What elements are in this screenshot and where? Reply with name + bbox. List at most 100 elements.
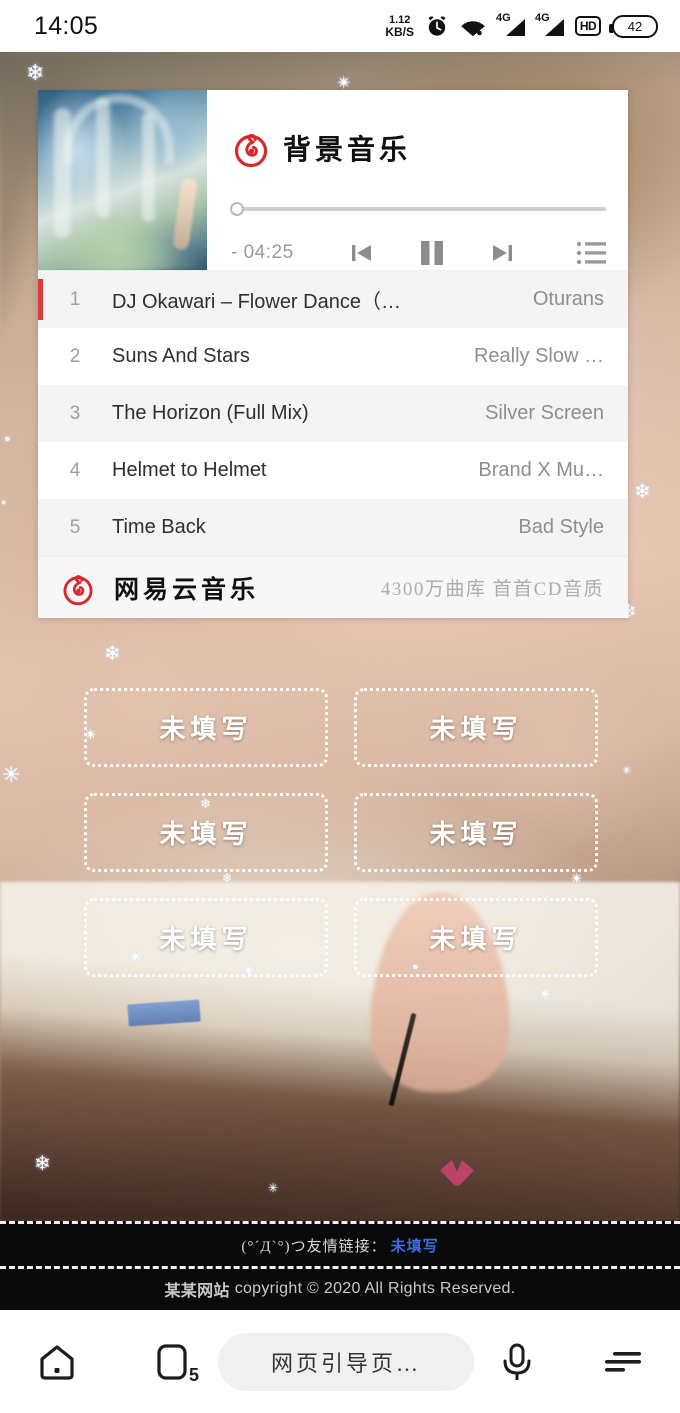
address-bar[interactable]: 网页引导页… <box>218 1332 474 1391</box>
track-artist: Bad Style <box>518 516 604 538</box>
alarm-clock-icon <box>425 14 449 38</box>
music-playlist: 1 DJ Okawari – Flower Dance（… Oturans 2 … <box>38 270 628 556</box>
playlist-icon[interactable] <box>576 240 606 266</box>
page-footer: (°´Д`°)つ友情链接： 未填写 某某网站 copyright © 2020 … <box>0 1221 680 1310</box>
grid-cell-label: 未填写 <box>159 925 253 954</box>
webpage-content: ❄ ✴ ● ● ❄ ❄ ❄ ✳ ✴ ✴ ❄ ❄ ● ✴ ✳ ✴ ✴ ● ✴ ❄ … <box>0 52 680 1221</box>
menu-icon[interactable] <box>600 1345 646 1379</box>
track-artist: Silver Screen <box>485 402 604 424</box>
music-player-info: 背景音乐 - 04:25 <box>207 90 628 270</box>
music-widget-footer[interactable]: 网易云音乐 4300万曲库 首首CD音质 <box>38 556 628 618</box>
snowflake-particle: ❄ <box>104 643 121 665</box>
tabs-icon[interactable]: 5 <box>152 1339 199 1385</box>
progress-slider[interactable] <box>230 202 606 216</box>
signal-bars-icon <box>506 19 525 36</box>
track-title: Time Back <box>112 516 206 538</box>
snowflake-particle: ❄ <box>34 1153 51 1175</box>
grid-cell[interactable]: 未填写 <box>354 898 598 977</box>
track-artist: Brand X Mu… <box>478 459 604 481</box>
grid-cell[interactable]: 未填写 <box>84 793 328 872</box>
network-speed-unit: KB/S <box>385 24 414 39</box>
copyright-row: 某某网站 copyright © 2020 All Rights Reserve… <box>0 1269 680 1309</box>
track-title: Helmet to Helmet <box>112 459 267 481</box>
track-title: DJ Okawari – Flower Dance（… <box>112 291 401 313</box>
snowflake-particle: ✳ <box>268 1181 279 1195</box>
status-bar-icons: 1.12 KB/S 4G 4G HD 42 <box>385 12 658 39</box>
previous-track-icon[interactable] <box>347 238 377 268</box>
playlist-row[interactable]: 5 Time Back Bad Style <box>38 499 628 556</box>
playlist-row[interactable]: 2 Suns And Stars Really Slow … <box>38 328 628 385</box>
album-cover-art <box>38 90 207 270</box>
snowflake-particle: ❄ <box>26 60 45 85</box>
time-remaining: - 04:25 <box>231 242 294 263</box>
netease-music-widget[interactable]: 背景音乐 - 04:25 1 DJ Okawari – Flower Dance… <box>38 90 628 618</box>
network-speed-value: 1.12 <box>388 13 411 26</box>
wifi-icon <box>460 16 486 37</box>
track-title: Suns And Stars <box>112 345 250 367</box>
track-index: 1 <box>69 288 81 310</box>
friendly-links-row: (°´Д`°)つ友情链接： 未填写 <box>0 1224 680 1266</box>
grid-cell[interactable]: 未填写 <box>354 688 598 767</box>
battery-indicator: 42 <box>609 14 658 38</box>
now-playing-marker <box>38 279 43 320</box>
grid-cell-label: 未填写 <box>159 715 253 744</box>
track-artist: Really Slow … <box>473 345 604 367</box>
signal-4g-sim1: 4G <box>496 12 525 37</box>
snowflake-particle: ❄ <box>634 481 651 503</box>
track-artist: Oturans <box>532 288 604 310</box>
grid-cell[interactable]: 未填写 <box>84 898 328 977</box>
netease-slogan: 4300万曲库 首首CD音质 <box>380 579 604 600</box>
music-player-header: 背景音乐 - 04:25 <box>38 90 628 270</box>
netease-cloud-music-logo <box>231 128 271 168</box>
playlist-row[interactable]: 4 Helmet to Helmet Brand X Mu… <box>38 442 628 499</box>
pause-icon[interactable] <box>415 236 449 270</box>
grid-cell[interactable]: 未填写 <box>84 688 328 767</box>
friendly-links-label: (°´Д`°)つ友情链接： <box>241 1238 387 1255</box>
friendly-link[interactable]: 未填写 <box>391 1235 439 1256</box>
address-bar-text: 网页引导页… <box>270 1350 421 1376</box>
track-index: 3 <box>69 402 81 424</box>
copyright-text: copyright © 2020 All Rights Reserved. <box>234 1280 516 1297</box>
music-title-row: 背景音乐 <box>231 128 606 168</box>
signal-bars-icon <box>545 19 564 36</box>
netease-brand-name: 网易云音乐 <box>114 576 260 604</box>
signal-4g-sim2: 4G <box>535 12 564 37</box>
next-track-icon[interactable] <box>487 238 517 268</box>
track-title: The Horizon (Full Mix) <box>112 402 309 424</box>
tabs-count: 5 <box>188 1364 199 1385</box>
placeholder-grid: 未填写 未填写 未填写 未填写 未填写 未填写 <box>84 688 598 977</box>
track-index: 4 <box>69 459 81 481</box>
playlist-row[interactable]: 1 DJ Okawari – Flower Dance（… Oturans <box>38 271 628 328</box>
home-icon[interactable] <box>34 1339 80 1385</box>
transport-buttons <box>347 236 517 270</box>
microphone-icon[interactable] <box>496 1339 538 1385</box>
player-controls: - 04:25 <box>231 236 606 270</box>
status-bar: 14:05 1.12 KB/S 4G 4G HD 42 <box>0 0 680 52</box>
snowflake-particle: ✳ <box>622 765 632 777</box>
grid-cell[interactable]: 未填写 <box>354 793 598 872</box>
snowflake-particle: ● <box>1 497 7 507</box>
grid-cell-label: 未填写 <box>429 820 523 849</box>
progress-track <box>231 206 606 211</box>
snowflake-particle: ● <box>4 433 11 445</box>
status-bar-clock: 14:05 <box>34 11 99 40</box>
cover-foliage <box>38 212 207 270</box>
track-index: 5 <box>69 516 81 538</box>
grid-cell-label: 未填写 <box>429 715 523 744</box>
network-speed-indicator: 1.12 KB/S <box>385 13 414 39</box>
playlist-row[interactable]: 3 The Horizon (Full Mix) Silver Screen <box>38 385 628 442</box>
progress-knob[interactable] <box>230 202 244 216</box>
snowflake-particle: ✴ <box>538 985 553 1004</box>
track-index: 2 <box>69 345 81 367</box>
netease-cloud-music-logo <box>60 570 96 606</box>
hd-icon: HD <box>575 16 601 36</box>
battery-percent: 42 <box>627 18 643 34</box>
music-widget-title: 背景音乐 <box>283 135 412 166</box>
browser-bottom-nav: 5 网页引导页… <box>0 1310 680 1413</box>
cover-pillar <box>96 98 110 218</box>
grid-cell-label: 未填写 <box>159 820 253 849</box>
grid-cell-label: 未填写 <box>429 925 523 954</box>
cover-pillar <box>142 112 155 222</box>
snowflake-particle: ✳ <box>2 762 21 787</box>
cover-arch <box>64 94 174 164</box>
